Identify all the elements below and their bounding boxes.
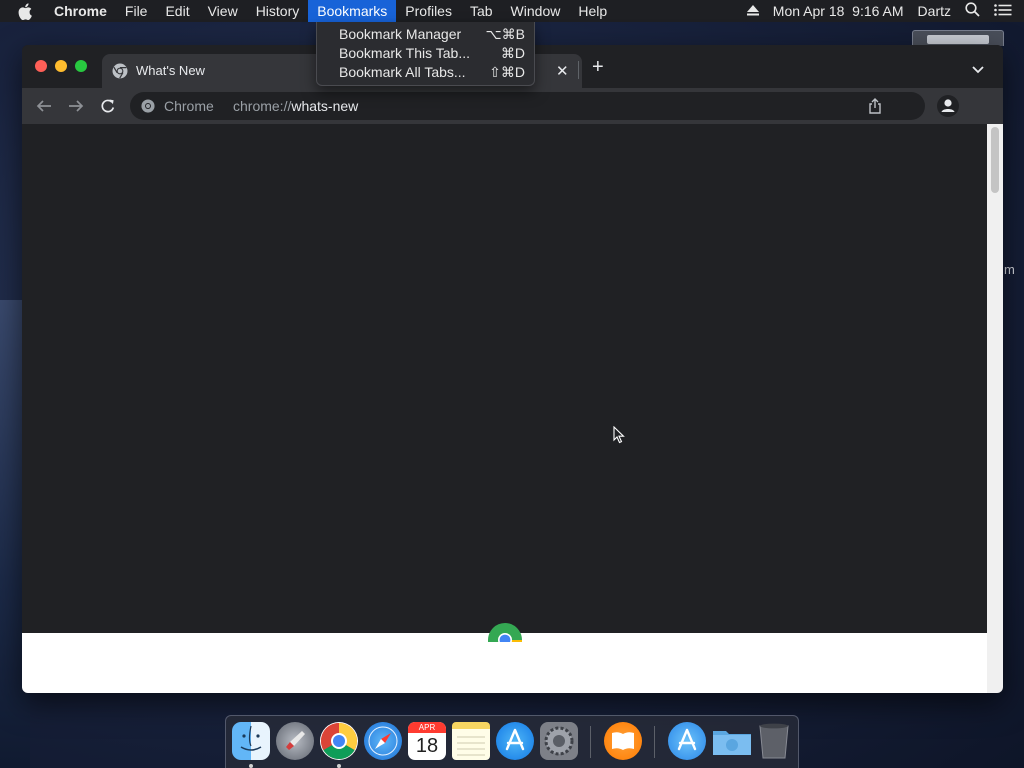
menu-bookmarks[interactable]: Bookmarks <box>308 0 397 22</box>
menu-item-bookmark-all-tabs[interactable]: Bookmark All Tabs... ⇧⌘D <box>317 63 534 82</box>
tab-search-chevron-icon[interactable] <box>972 61 984 79</box>
menu-item-label: Bookmark All Tabs... <box>339 64 466 80</box>
omnibox-chip: Chrome <box>164 98 214 114</box>
calendar-month: APR <box>408 722 446 733</box>
notification-center-icon[interactable] <box>994 3 1012 19</box>
dock-divider <box>654 726 655 758</box>
chrome-site-icon[interactable] <box>141 99 155 118</box>
share-icon[interactable] <box>868 98 882 119</box>
system-preferences-gear-icon[interactable] <box>540 722 578 760</box>
downloads-folder-icon[interactable] <box>712 722 751 760</box>
chrome-window: What's New ✕ + Chrome chrome://whats-new <box>22 45 1003 693</box>
menu-profiles[interactable]: Profiles <box>396 0 461 22</box>
minimize-window-button[interactable] <box>55 60 67 72</box>
menu-file[interactable]: File <box>116 0 157 22</box>
url-scheme: chrome:// <box>233 98 292 114</box>
menubar-clock[interactable]: Mon Apr 18 9:16 AM <box>773 3 904 19</box>
menu-help[interactable]: Help <box>569 0 616 22</box>
menu-item-shortcut: ⇧⌘D <box>489 64 525 80</box>
close-window-button[interactable] <box>35 60 47 72</box>
trash-icon[interactable] <box>756 722 794 760</box>
back-arrow-icon[interactable] <box>36 98 52 119</box>
menu-bar: Chrome File Edit View History Bookmarks … <box>0 0 1024 22</box>
menu-history[interactable]: History <box>247 0 309 22</box>
desktop-drive-icon[interactable] <box>912 30 1004 46</box>
page-content[interactable] <box>22 124 987 633</box>
tab-close-icon[interactable]: ✕ <box>556 62 569 80</box>
launchpad-rocket-icon[interactable] <box>276 722 314 760</box>
url-host: whats-new <box>291 98 359 114</box>
menu-window[interactable]: Window <box>502 0 570 22</box>
url-text[interactable]: chrome://whats-new <box>233 98 358 114</box>
notes-icon[interactable] <box>452 722 490 760</box>
menu-item-bookmark-manager[interactable]: Bookmark Manager ⌥⌘B <box>317 25 534 44</box>
chrome-favicon-icon <box>112 63 128 84</box>
safari-compass-icon[interactable] <box>364 722 402 760</box>
app-store-icon[interactable] <box>496 722 534 760</box>
mouse-cursor-icon <box>613 425 625 449</box>
menu-tab[interactable]: Tab <box>461 0 502 22</box>
reload-icon[interactable] <box>100 98 116 119</box>
page-content-lower <box>22 633 987 693</box>
tab-title: What's New <box>136 63 205 78</box>
menu-item-label: Bookmark Manager <box>339 26 462 42</box>
dock-divider <box>590 726 591 758</box>
chrome-running-indicator <box>337 764 341 768</box>
calendar-day: 18 <box>415 735 439 757</box>
menu-item-label: Bookmark This Tab... <box>339 45 470 61</box>
chrome-app-icon[interactable] <box>320 722 358 760</box>
menu-edit[interactable]: Edit <box>156 0 198 22</box>
menu-view[interactable]: View <box>199 0 247 22</box>
apple-icon[interactable] <box>18 2 40 20</box>
eject-icon[interactable] <box>746 3 759 19</box>
desktop-icon-label: m <box>1004 262 1015 277</box>
menubar-user[interactable]: Dartz <box>918 3 951 19</box>
tab-separator <box>578 61 579 79</box>
spotlight-search-icon[interactable] <box>965 2 980 20</box>
chrome-logo-icon <box>487 622 523 642</box>
bookmarks-dropdown-menu: Bookmark Manager ⌥⌘B Bookmark This Tab..… <box>316 22 535 86</box>
forward-arrow-icon[interactable] <box>68 98 84 119</box>
menu-app-name[interactable]: Chrome <box>54 0 116 22</box>
page-scrollbar[interactable] <box>987 124 1003 693</box>
menu-item-bookmark-this-tab[interactable]: Bookmark This Tab... ⌘D <box>317 44 534 63</box>
finder-running-indicator <box>249 764 253 768</box>
finder-icon[interactable] <box>232 722 270 760</box>
new-tab-button[interactable]: + <box>592 57 604 77</box>
menu-item-shortcut: ⌥⌘B <box>485 26 525 42</box>
books-icon[interactable] <box>604 722 642 760</box>
zoom-window-button[interactable] <box>75 60 87 72</box>
omnibox[interactable]: Chrome chrome://whats-new <box>130 92 925 120</box>
menu-item-shortcut: ⌘D <box>500 45 525 61</box>
calendar-icon[interactable]: APR 18 <box>408 722 446 760</box>
dock: APR 18 <box>225 715 799 768</box>
scrollbar-thumb[interactable] <box>991 127 999 193</box>
browser-toolbar: Chrome chrome://whats-new <box>22 88 1003 124</box>
applications-folder-icon[interactable] <box>668 722 706 760</box>
profile-avatar-icon[interactable] <box>937 95 959 117</box>
